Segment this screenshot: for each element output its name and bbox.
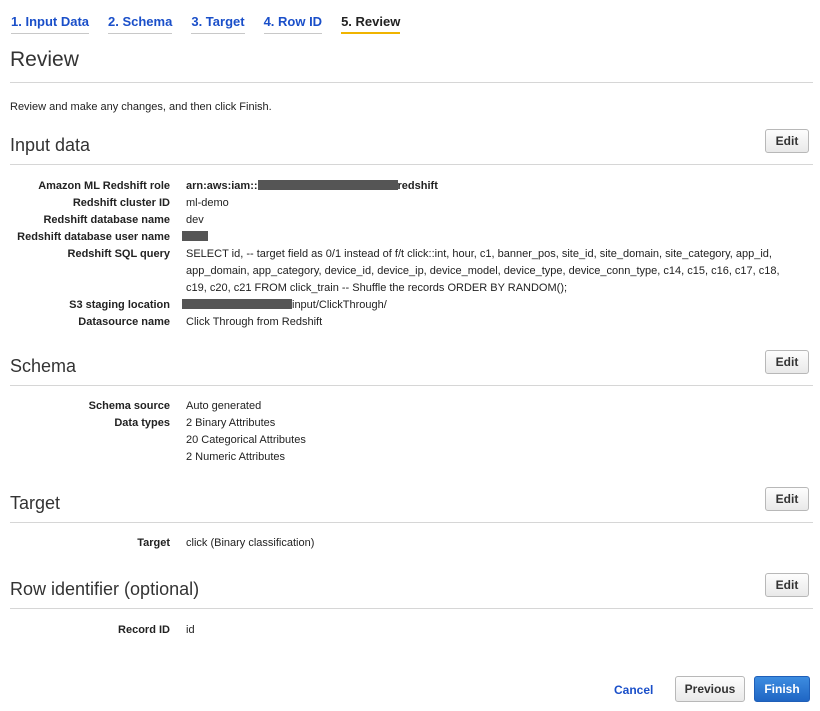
redacted-block xyxy=(182,231,208,241)
page-title: Review xyxy=(10,48,79,71)
detail-row-data-types: Data types 2 Binary Attributes 20 Catego… xyxy=(0,415,820,466)
section-title-input-data: Input data xyxy=(10,135,91,155)
detail-value: id xyxy=(186,624,195,636)
wizard-step-input-data[interactable]: 1. Input Data xyxy=(11,14,90,34)
detail-label: Redshift SQL query xyxy=(67,248,170,260)
detail-label: Data types xyxy=(114,417,170,429)
detail-value: SELECT id, -- target field as 0/1 instea… xyxy=(186,248,780,294)
data-type-item: 20 Categorical Attributes xyxy=(186,434,306,446)
detail-label: Record ID xyxy=(118,624,170,636)
detail-value: 2 Binary Attributes 20 Categorical Attri… xyxy=(186,415,801,466)
detail-value: ml-demo xyxy=(186,197,229,209)
detail-row-s3-staging: S3 staging location input/ClickThrough/ xyxy=(0,297,820,314)
detail-label: Redshift database name xyxy=(43,214,170,226)
wizard-step-target[interactable]: 3. Target xyxy=(191,14,245,34)
edit-input-data-button[interactable]: Edit xyxy=(765,129,809,153)
input-data-details: Amazon ML Redshift role arn:aws:iam:: red… xyxy=(0,178,820,331)
finish-button[interactable]: Finish xyxy=(754,676,810,702)
section-title-schema: Schema xyxy=(10,356,77,376)
previous-button[interactable]: Previous xyxy=(675,676,745,702)
detail-row-redshift-role: Amazon ML Redshift role arn:aws:iam:: red… xyxy=(0,178,820,195)
wizard-step-row-id[interactable]: 4. Row ID xyxy=(263,14,323,34)
detail-row-database-user: Redshift database user name xyxy=(0,229,820,246)
target-details: Target click (Binary classification) xyxy=(0,535,820,552)
cancel-link[interactable]: Cancel xyxy=(614,683,653,697)
data-type-item: 2 Numeric Attributes xyxy=(186,451,286,463)
section-title-target: Target xyxy=(10,493,61,513)
detail-label: Amazon ML Redshift role xyxy=(38,180,170,192)
divider xyxy=(10,385,813,386)
detail-row-database-name: Redshift database name dev xyxy=(0,212,820,229)
detail-row-sql-query: Redshift SQL query SELECT id, -- target … xyxy=(0,246,820,297)
redacted-block xyxy=(182,299,292,309)
detail-value: dev xyxy=(186,214,204,226)
role-arn-prefix: arn:aws:iam:: xyxy=(186,180,258,192)
detail-value: Click Through from Redshift xyxy=(186,316,323,328)
data-type-item: 2 Binary Attributes xyxy=(186,417,276,429)
wizard-steps: 1. Input Data 2. Schema 3. Target 4. Row… xyxy=(11,14,419,34)
detail-value: input/ClickThrough/ xyxy=(182,297,797,314)
detail-label: Datasource name xyxy=(78,316,170,328)
wizard-step-review: 5. Review xyxy=(341,14,401,34)
edit-schema-button[interactable]: Edit xyxy=(765,350,809,374)
redacted-block xyxy=(257,180,398,190)
detail-value xyxy=(182,229,797,246)
detail-label: S3 staging location xyxy=(69,299,170,311)
detail-row-cluster-id: Redshift cluster ID ml-demo xyxy=(0,195,820,212)
detail-row-datasource-name: Datasource name Click Through from Redsh… xyxy=(0,314,820,331)
divider xyxy=(10,164,813,165)
detail-label: Redshift database user name xyxy=(17,231,170,243)
divider xyxy=(10,522,813,523)
schema-details: Schema source Auto generated Data types … xyxy=(0,398,820,466)
row-identifier-details: Record ID id xyxy=(0,622,820,639)
detail-row-schema-source: Schema source Auto generated xyxy=(0,398,820,415)
detail-value: click (Binary classification) xyxy=(186,537,315,549)
detail-label: Target xyxy=(137,537,170,549)
detail-row-record-id: Record ID id xyxy=(0,622,820,639)
edit-target-button[interactable]: Edit xyxy=(765,487,809,511)
detail-value: Auto generated xyxy=(186,400,262,412)
detail-label: Schema source xyxy=(88,400,170,412)
role-arn-suffix: redshift xyxy=(397,180,438,192)
detail-value: arn:aws:iam:: redshift xyxy=(186,178,801,195)
wizard-step-schema[interactable]: 2. Schema xyxy=(108,14,173,34)
edit-row-identifier-button[interactable]: Edit xyxy=(765,573,809,597)
divider xyxy=(10,82,813,83)
divider xyxy=(10,608,813,609)
intro-text: Review and make any changes, and then cl… xyxy=(10,101,272,113)
detail-label: Redshift cluster ID xyxy=(72,197,170,209)
section-title-row-identifier: Row identifier (optional) xyxy=(10,579,200,599)
s3-path-suffix: input/ClickThrough/ xyxy=(292,299,387,311)
detail-row-target: Target click (Binary classification) xyxy=(0,535,820,552)
